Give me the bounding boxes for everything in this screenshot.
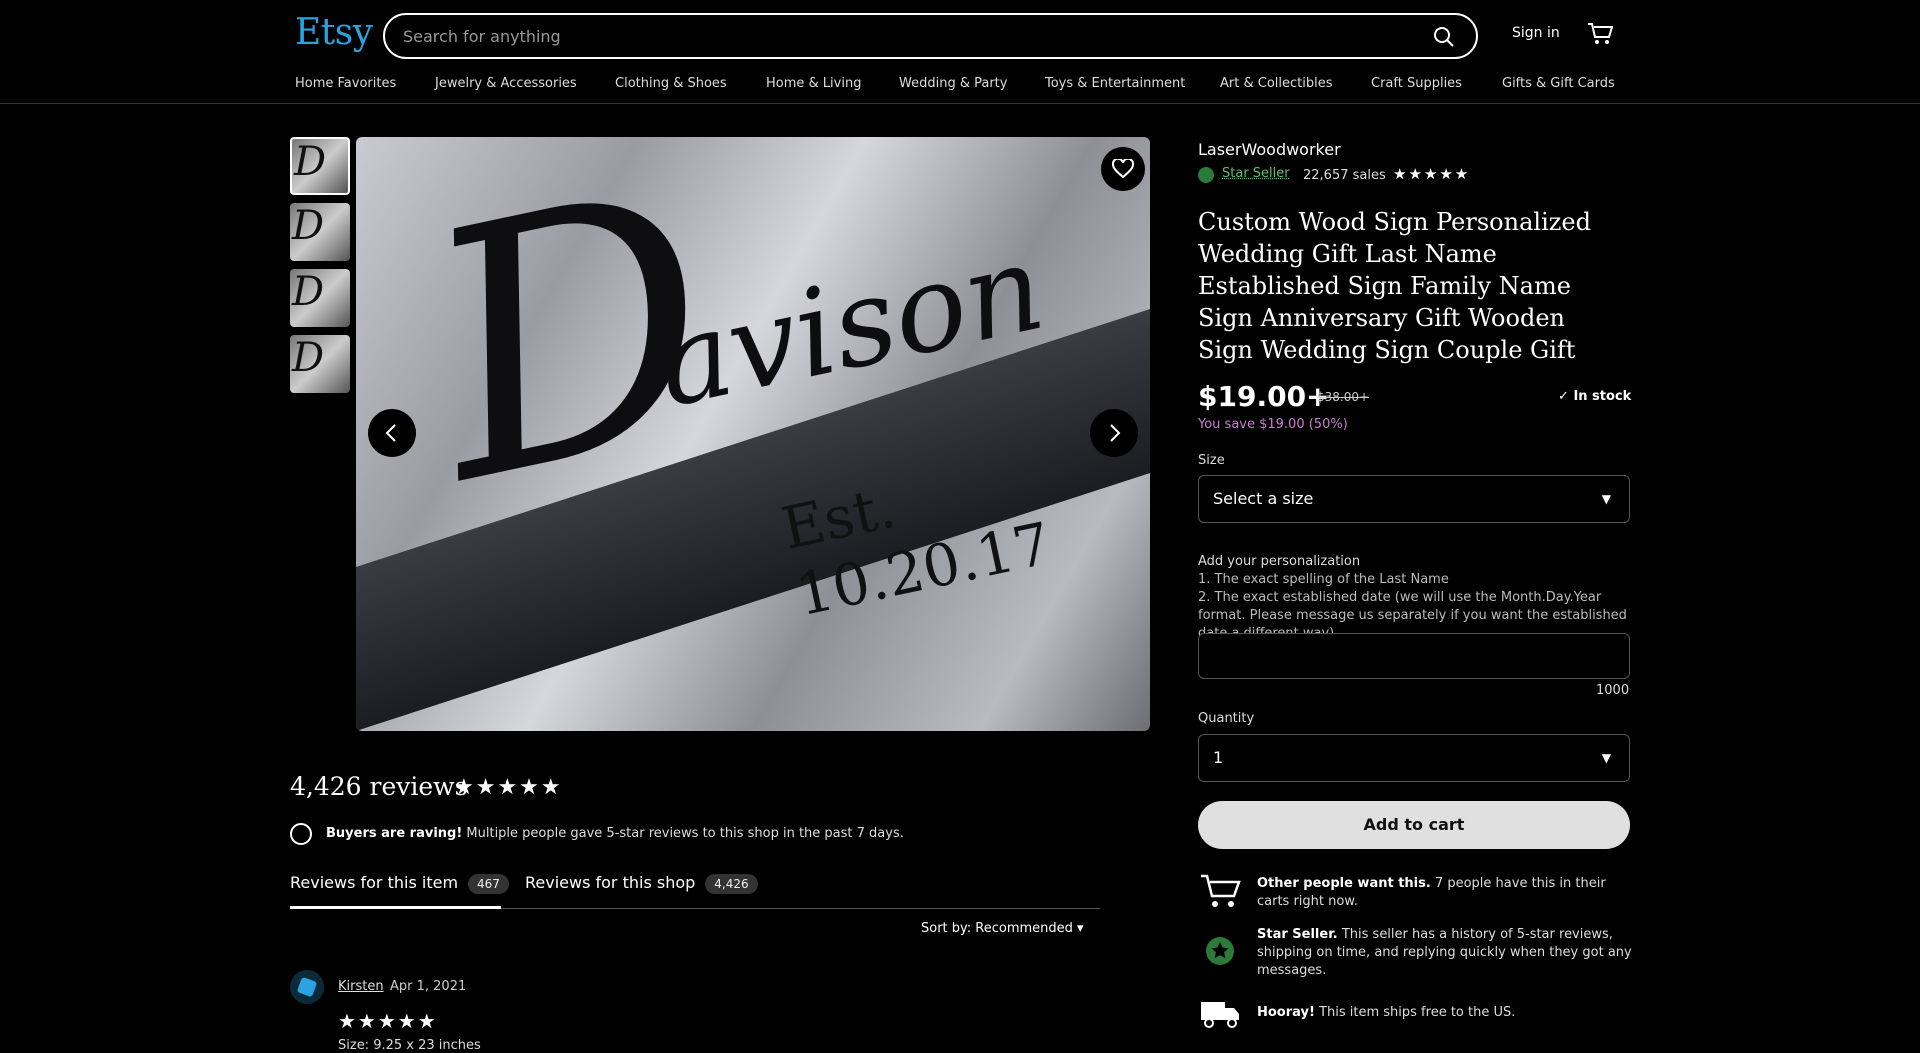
sort-dropdown[interactable]: Sort by: Recommended ▾ bbox=[921, 921, 1084, 936]
review-size-label: Size: bbox=[338, 1038, 370, 1053]
thumbnail-letter: D bbox=[292, 335, 325, 381]
avatar-shape bbox=[296, 976, 318, 998]
character-counter: 1000 bbox=[1596, 683, 1630, 698]
star-badge-icon bbox=[1206, 937, 1234, 965]
review-stars: ★★★★★ bbox=[338, 1009, 438, 1033]
nav-jewelry[interactable]: Jewelry & Accessories bbox=[435, 76, 577, 91]
quantity-select[interactable]: 1 ▼ bbox=[1198, 734, 1630, 782]
tab-active-indicator bbox=[290, 906, 501, 909]
thumbnail-letter: D bbox=[292, 203, 325, 249]
heart-icon bbox=[1112, 159, 1134, 179]
savings-text: You save $19.00 (50%) bbox=[1198, 417, 1348, 432]
thumbnail-letter: D bbox=[294, 139, 327, 185]
tab-reviews-shop[interactable]: Reviews for this shop 4,426 bbox=[525, 873, 758, 894]
reviews-rating-stars: ★★★★★ bbox=[454, 775, 563, 800]
tab-reviews-item[interactable]: Reviews for this item 467 bbox=[290, 873, 509, 894]
feature-star-seller: Star Seller. This seller has a history o… bbox=[1257, 926, 1637, 980]
buyers-raving-notice: Buyers are raving! Multiple people gave … bbox=[326, 826, 904, 841]
sort-label: Sort by: Recommended bbox=[921, 921, 1073, 936]
tab-item-count: 467 bbox=[468, 874, 509, 894]
star-seller-icon bbox=[1198, 167, 1214, 183]
sales-count: 22,657 sales bbox=[1303, 168, 1386, 183]
buyers-raving-icon bbox=[290, 823, 312, 845]
quantity-label: Quantity bbox=[1198, 711, 1255, 726]
nav-home-living[interactable]: Home & Living bbox=[766, 76, 861, 91]
feature-ship-bold: Hooray! bbox=[1257, 1005, 1315, 1020]
cart-icon[interactable] bbox=[1587, 22, 1613, 46]
quantity-select-value: 1 bbox=[1213, 748, 1224, 767]
size-select-value: Select a size bbox=[1213, 489, 1314, 508]
nav-clothing[interactable]: Clothing & Shoes bbox=[615, 76, 727, 91]
prev-image-button[interactable] bbox=[368, 409, 416, 457]
feature-cart-demand: Other people want this. 7 people have th… bbox=[1257, 875, 1637, 911]
nav-toys[interactable]: Toys & Entertainment bbox=[1045, 76, 1185, 91]
chevron-right-icon bbox=[1110, 424, 1121, 442]
add-to-cart-button[interactable]: Add to cart bbox=[1198, 801, 1630, 849]
truck-icon bbox=[1201, 1002, 1239, 1028]
product-image[interactable]: D avison Est. 10.20.17 bbox=[356, 137, 1150, 731]
etsy-logo[interactable]: Etsy bbox=[295, 12, 373, 53]
search-icon[interactable] bbox=[1432, 25, 1456, 49]
nav-home-favorites[interactable]: Home Favorites bbox=[295, 76, 396, 91]
review-date: Apr 1, 2021 bbox=[390, 979, 467, 994]
personalization-line-1: 1. The exact spelling of the Last Name bbox=[1198, 572, 1449, 587]
reviews-heading: 4,426 reviews bbox=[290, 772, 468, 801]
star-seller-link[interactable]: Star Seller bbox=[1222, 166, 1290, 181]
raving-text: Multiple people gave 5-star reviews to t… bbox=[466, 826, 904, 841]
shop-rating-stars[interactable]: ★★★★★ bbox=[1393, 165, 1470, 183]
personalization-label: Add your personalization bbox=[1198, 554, 1361, 569]
tab-item-label: Reviews for this item bbox=[290, 873, 459, 892]
search-input[interactable] bbox=[403, 25, 1403, 47]
size-select[interactable]: Select a size ▼ bbox=[1198, 475, 1630, 523]
shop-name-link[interactable]: LaserWoodworker bbox=[1198, 140, 1341, 159]
tab-shop-count: 4,426 bbox=[705, 874, 758, 894]
personalization-instructions: Add your personalization 1. The exact sp… bbox=[1198, 553, 1632, 643]
review-size: Size: 9.25 x 23 inches bbox=[338, 1038, 481, 1053]
thumbnail-letter: D bbox=[292, 269, 325, 315]
category-nav: Home Favorites Jewelry & Accessories Clo… bbox=[0, 74, 1920, 96]
search-bar[interactable] bbox=[383, 13, 1478, 59]
caret-down-icon: ▼ bbox=[1601, 492, 1611, 506]
size-label: Size bbox=[1198, 453, 1225, 468]
nav-wedding[interactable]: Wedding & Party bbox=[899, 76, 1007, 91]
thumbnail-1[interactable]: D bbox=[290, 137, 350, 195]
next-image-button[interactable] bbox=[1090, 409, 1138, 457]
add-to-cart-label: Add to cart bbox=[1363, 815, 1465, 834]
feature-star-bold: Star Seller. bbox=[1257, 927, 1338, 942]
review-size-value: 9.25 x 23 inches bbox=[373, 1038, 481, 1053]
price: $19.00+ bbox=[1198, 380, 1330, 413]
original-price: $38.00+ bbox=[1317, 390, 1370, 404]
tab-shop-label: Reviews for this shop bbox=[525, 873, 696, 892]
chevron-left-icon bbox=[385, 424, 396, 442]
feature-free-shipping: Hooray! This item ships free to the US. bbox=[1257, 1004, 1637, 1022]
favorite-button[interactable] bbox=[1101, 147, 1145, 191]
personalization-textarea[interactable] bbox=[1198, 633, 1630, 679]
caret-down-icon: ▾ bbox=[1077, 921, 1084, 936]
reviewer-name[interactable]: Kirsten bbox=[338, 979, 384, 994]
in-stock-label: In stock bbox=[1573, 389, 1632, 404]
thumbnail-4[interactable]: D bbox=[290, 335, 350, 393]
thumbnail-2[interactable]: D bbox=[290, 203, 350, 261]
listing-title: Custom Wood Sign Personalized Wedding Gi… bbox=[1198, 208, 1591, 364]
sign-in-link[interactable]: Sign in bbox=[1512, 25, 1560, 41]
check-icon: ✓ bbox=[1558, 389, 1569, 404]
nav-craft[interactable]: Craft Supplies bbox=[1371, 76, 1462, 91]
raving-bold: Buyers are raving! bbox=[326, 826, 463, 841]
in-stock-status: ✓ In stock bbox=[1558, 389, 1631, 404]
nav-art[interactable]: Art & Collectibles bbox=[1220, 76, 1332, 91]
caret-down-icon: ▼ bbox=[1601, 751, 1611, 765]
feature-cart-bold: Other people want this. bbox=[1257, 876, 1431, 891]
reviewer-avatar[interactable] bbox=[290, 970, 324, 1004]
nav-gifts[interactable]: Gifts & Gift Cards bbox=[1502, 76, 1615, 91]
cart-icon bbox=[1201, 874, 1241, 907]
site-header: Etsy Sign in Home Favorites Jewelry & Ac… bbox=[0, 0, 1920, 104]
feature-ship-text: This item ships free to the US. bbox=[1319, 1005, 1516, 1020]
thumbnail-3[interactable]: D bbox=[290, 269, 350, 327]
